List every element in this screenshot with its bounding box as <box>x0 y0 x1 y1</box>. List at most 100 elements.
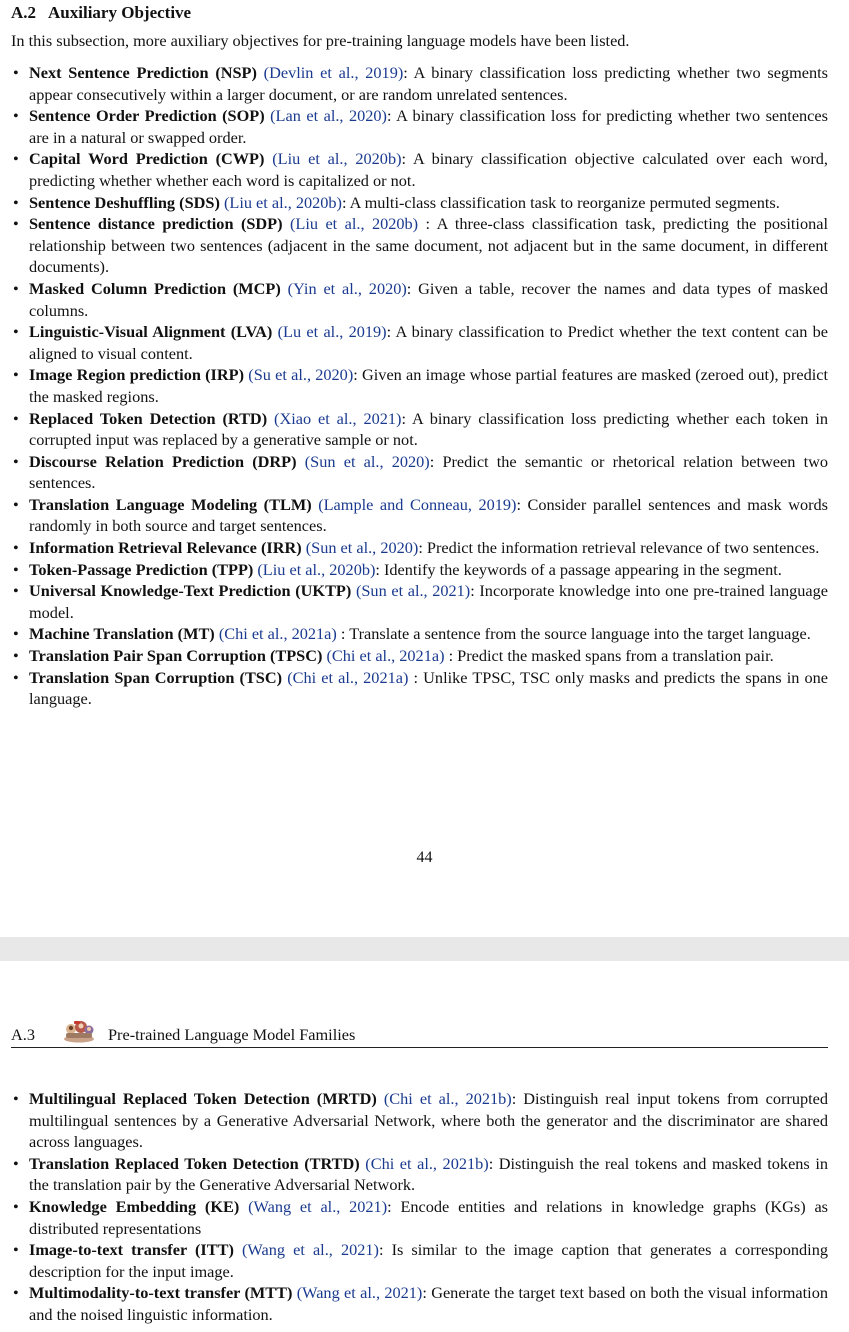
list-item: • Information Retrieval Relevance (IRR) (… <box>0 537 849 559</box>
citation-link[interactable]: (Wang et al., 2021) <box>248 1197 387 1216</box>
item-term: Next Sentence Prediction (NSP) <box>29 63 257 82</box>
page-upper: A.2 Auxiliary Objective In this subsectio… <box>0 0 849 937</box>
list-item: • Image Region prediction (IRP) (Su et al… <box>0 364 849 407</box>
item-term: Information Retrieval Relevance (IRR) <box>29 538 302 558</box>
list-item: • Translation Language Modeling (TLM) (La… <box>0 494 849 537</box>
item-term: Translation Span Corruption (TSC) <box>29 667 283 687</box>
list-item: • Multilingual Replaced Token Detection (… <box>0 1088 849 1153</box>
item-term: Translation Replaced Token Detection (TR… <box>29 1153 360 1173</box>
citation-link[interactable]: (Xiao et al., 2021) <box>274 409 401 428</box>
citation-link[interactable]: (Wang et al., 2021) <box>297 1283 423 1302</box>
citation-link[interactable]: (Chi et al., 2021a) <box>219 624 337 643</box>
citation-link[interactable]: (Sun et al., 2021) <box>356 581 470 600</box>
bullet-icon: • <box>13 1153 19 1173</box>
bullet-icon: • <box>13 106 19 126</box>
bullet-icon: • <box>13 646 19 666</box>
item-term: Universal Knowledge-Text Prediction (UKT… <box>29 581 352 601</box>
bullet-icon: • <box>13 192 19 212</box>
citation-link[interactable]: (Lample and Conneau, 2019) <box>318 495 516 514</box>
bullet-icon: • <box>13 278 19 298</box>
list-item: • Translation Pair Span Corruption (TPSC)… <box>0 645 849 667</box>
list-item: • Translation Span Corruption (TSC) (Chi … <box>0 667 849 710</box>
item-description: : Identify the keywords of a passage app… <box>375 559 782 579</box>
item-term: Token-Passage Prediction (TPP) <box>29 559 254 579</box>
section-heading-a3: A.3 Pre-trained Language Model Families <box>11 1019 828 1048</box>
objective-list: • Multilingual Replaced Token Detection (… <box>0 1088 849 1326</box>
citation-link[interactable]: (Wang et al., 2021) <box>242 1240 379 1259</box>
section-number: A.2 <box>11 3 37 22</box>
bullet-icon: • <box>13 408 19 428</box>
page-number: 44 <box>416 849 433 866</box>
bullet-icon: • <box>13 63 19 82</box>
page-lower: A.3 Pre-trained Language Model Families … <box>0 961 849 1332</box>
citation-link[interactable]: (Devlin et al., 2019) <box>264 63 404 82</box>
bullet-icon: • <box>13 538 19 558</box>
list-item: • Discourse Relation Prediction (DRP) (Su… <box>0 451 849 494</box>
item-description: : Predict the information retrieval rele… <box>418 538 820 558</box>
item-term: Knowledge Embedding (KE) <box>29 1196 240 1216</box>
list-item: • Multimodality-to-text transfer (MTT) (W… <box>0 1282 849 1325</box>
citation-link[interactable]: (Lan et al., 2020) <box>270 106 387 125</box>
page-separator <box>0 937 849 961</box>
bullet-icon: • <box>13 214 19 234</box>
bullet-icon: • <box>13 451 19 471</box>
item-description: : A multi-class classification task to r… <box>341 192 780 212</box>
section-title: Auxiliary Objective <box>48 3 192 22</box>
list-item: • Sentence Deshuffling (SDS) (Liu et al.,… <box>0 192 849 214</box>
list-item: • Linguistic-Visual Alignment (LVA) (Lu e… <box>0 321 849 364</box>
bullet-icon: • <box>13 624 19 644</box>
item-description: : Translate a sentence from the source l… <box>336 624 811 644</box>
citation-link[interactable]: (Chi et al., 2021a) <box>287 668 408 687</box>
bullet-icon: • <box>13 581 19 601</box>
citation-link[interactable]: (Su et al., 2020) <box>248 365 353 384</box>
list-item: • Translation Replaced Token Detection (T… <box>0 1153 849 1196</box>
list-item: • Token-Passage Prediction (TPP) (Liu et … <box>0 559 849 581</box>
bullet-icon: • <box>13 1283 19 1303</box>
list-item: • Masked Column Prediction (MCP) (Yin et … <box>0 278 849 321</box>
item-term: Replaced Token Detection (RTD) <box>29 408 268 428</box>
item-term: Image-to-text transfer (ITT) <box>29 1240 234 1260</box>
list-item: • Knowledge Embedding (KE) (Wang et al., … <box>0 1196 849 1239</box>
list-item: • Replaced Token Detection (RTD) (Xiao et… <box>0 408 849 451</box>
citation-link[interactable]: (Chi et al., 2021a) <box>326 646 444 665</box>
item-term: Multilingual Replaced Token Detection (M… <box>29 1089 377 1108</box>
bullet-icon: • <box>13 365 19 385</box>
citation-link[interactable]: (Liu et al., 2020b) <box>272 149 401 168</box>
list-item: • Image-to-text transfer (ITT) (Wang et a… <box>0 1239 849 1282</box>
citation-link[interactable]: (Liu et al., 2020b) <box>257 560 375 579</box>
citation-link[interactable]: (Liu et al., 2020b) <box>290 214 418 233</box>
bullet-icon: • <box>13 149 19 169</box>
citation-link[interactable]: (Chi et al., 2021b) <box>384 1089 512 1108</box>
bullet-icon: • <box>13 667 19 687</box>
item-description: : Predict the masked spans from a transl… <box>444 646 774 666</box>
section-title: Pre-trained Language Model Families <box>108 1025 356 1044</box>
citation-link[interactable]: (Sun et al., 2020) <box>305 452 430 471</box>
citation-link[interactable]: (Chi et al., 2021b) <box>365 1154 488 1173</box>
item-term: Capital Word Prediction (CWP) <box>29 149 265 169</box>
item-term: Translation Language Modeling (TLM) <box>29 494 312 514</box>
section-intro: In this subsection, more auxiliary objec… <box>11 31 630 50</box>
item-term: Discourse Relation Prediction (DRP) <box>29 451 297 471</box>
bullet-icon: • <box>13 1196 19 1216</box>
list-item: • Machine Translation (MT) (Chi et al., 2… <box>0 623 849 645</box>
item-term: Masked Column Prediction (MCP) <box>29 278 281 298</box>
citation-link[interactable]: (Sun et al., 2020) <box>306 538 419 557</box>
item-term: Sentence Deshuffling (SDS) <box>29 192 220 212</box>
bullet-icon: • <box>13 1240 19 1260</box>
bullet-icon: • <box>13 1089 19 1108</box>
citation-link[interactable]: (Liu et al., 2020b) <box>224 193 342 212</box>
citation-link[interactable]: (Lu et al., 2019) <box>278 322 387 341</box>
pretrained-model-family-logo-icon <box>62 1019 96 1043</box>
item-term: Linguistic-Visual Alignment (LVA) <box>29 322 273 342</box>
item-term: Translation Pair Span Corruption (TPSC) <box>29 646 323 666</box>
list-item: • Sentence Order Prediction (SOP) (Lan et… <box>0 105 849 148</box>
list-item: • Sentence distance prediction (SDP) (Liu… <box>0 213 849 278</box>
item-term: Multimodality-to-text transfer (MTT) <box>29 1283 293 1303</box>
citation-link[interactable]: (Yin et al., 2020) <box>288 279 407 298</box>
item-term: Sentence distance prediction (SDP) <box>29 214 283 234</box>
item-term: Image Region prediction (IRP) <box>29 365 245 385</box>
bullet-icon: • <box>13 322 19 342</box>
objective-list: • Next Sentence Prediction (NSP) (Devlin … <box>0 62 849 710</box>
bullet-icon: • <box>13 559 19 579</box>
section-number: A.3 <box>11 1025 35 1044</box>
